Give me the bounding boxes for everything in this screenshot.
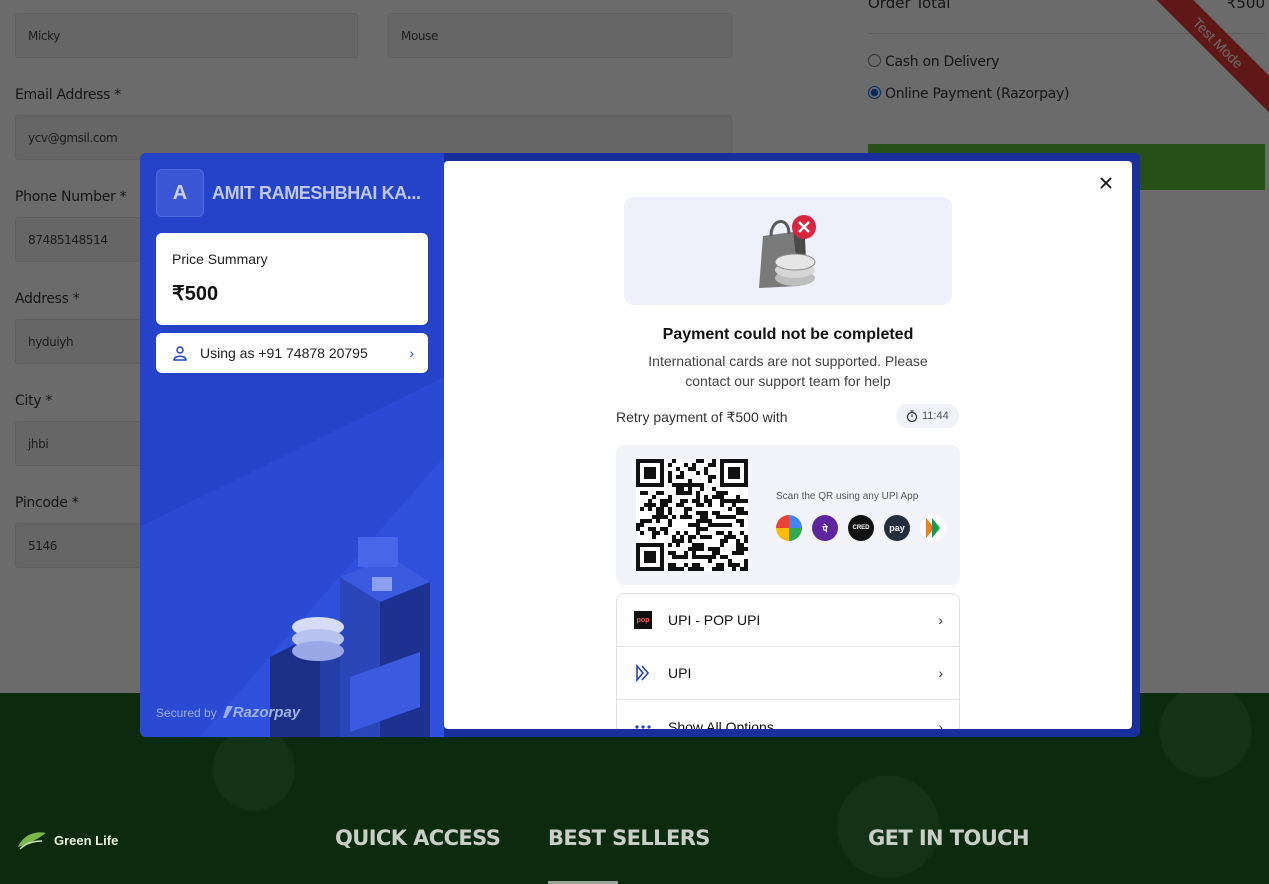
payment-failed-banner: [624, 197, 952, 305]
best-sellers-heading: BEST SELLERS: [548, 826, 710, 850]
razorpay-checkout-modal: A AMIT RAMESHBHAI KA... Price Summary ₹5…: [140, 153, 1140, 737]
close-icon: [1100, 177, 1112, 189]
email-label: Email Address *: [15, 87, 121, 103]
method-show-all-options[interactable]: Show All Options ›: [617, 700, 959, 729]
failed-payment-bag-icon: [759, 215, 816, 288]
upi-qr-card: Scan the QR using any UPI App पे CRED pa…: [616, 445, 960, 585]
razorpay-brand-text: Razorpay: [232, 704, 301, 721]
upi-app-icons: पे CRED pay: [776, 515, 946, 541]
cred-icon: CRED: [848, 515, 874, 541]
user-icon: [173, 346, 187, 361]
razorpay-logo: Razorpay: [222, 704, 301, 721]
footer-logo-text: Green Life: [54, 832, 119, 848]
checkout-sidebar: A AMIT RAMESHBHAI KA... Price Summary ₹5…: [140, 153, 444, 737]
order-total-label: Order Total: [868, 0, 951, 12]
payment-methods-list: pop UPI - POP UPI › UPI › Show All Optio…: [616, 593, 960, 729]
phone-label: Phone Number *: [15, 189, 127, 205]
secured-by-razorpay: Secured by Razorpay: [156, 704, 300, 721]
leaf-logo-icon: [18, 832, 46, 850]
merchant-info: A AMIT RAMESHBHAI KA...: [156, 169, 421, 217]
timer-value: 11:44: [922, 410, 949, 422]
chevron-right-icon: ›: [409, 345, 414, 361]
method-upi[interactable]: UPI ›: [617, 647, 959, 700]
upi-icon: [633, 663, 653, 683]
google-pay-icon: [776, 515, 802, 541]
using-as-contact-button[interactable]: Using as +91 74878 20795 ›: [156, 333, 428, 373]
checkout-main-panel: Payment could not be completed Internati…: [444, 161, 1132, 729]
footer-logo[interactable]: Green Life: [16, 829, 118, 851]
method-label: UPI: [668, 665, 692, 681]
isometric-illustration-icon: [140, 377, 444, 737]
price-summary-card: Price Summary ₹500: [156, 233, 428, 325]
session-timer: 11:44: [896, 404, 959, 428]
payment-error-title: Payment could not be completed: [662, 326, 914, 343]
merchant-avatar: A: [156, 169, 204, 217]
online-payment-radio[interactable]: [868, 86, 881, 99]
pincode-label: Pincode *: [15, 495, 79, 511]
method-label: Show All Options: [668, 718, 774, 730]
quick-access-heading: QUICK ACCESS: [335, 826, 501, 850]
stopwatch-icon: [906, 410, 918, 422]
chevron-right-icon: ›: [938, 612, 943, 628]
payment-error-message: International cards are not supported. P…: [648, 353, 928, 389]
bhim-icon: [920, 515, 946, 541]
qr-caption: Scan the QR using any UPI App: [776, 491, 919, 502]
get-in-touch-heading: GET IN TOUCH: [868, 826, 1030, 850]
using-as-text: Using as +91 74878 20795: [200, 345, 368, 361]
phonepe-icon: पे: [812, 515, 838, 541]
price-summary-label: Price Summary: [172, 251, 268, 267]
upi-qr-code[interactable]: [636, 459, 748, 571]
chevron-right-icon: ›: [938, 665, 943, 681]
online-payment-option[interactable]: Online Payment (Razorpay): [868, 86, 1070, 102]
amazon-pay-icon: pay: [884, 515, 910, 541]
method-label: UPI - POP UPI: [668, 612, 761, 628]
merchant-name: AMIT RAMESHBHAI KA...: [212, 182, 421, 203]
price-summary-amount: ₹500: [172, 283, 219, 305]
pop-upi-icon: pop: [633, 610, 653, 630]
razorpay-logo-icon: [222, 706, 233, 718]
first-name-field[interactable]: Micky: [15, 13, 358, 58]
secured-by-label: Secured by: [156, 705, 217, 720]
qr-code-icon: [636, 459, 748, 571]
cod-radio[interactable]: [868, 54, 881, 67]
test-mode-label: Test Mode: [1141, 0, 1269, 120]
test-mode-ribbon: Test Mode: [1139, 0, 1269, 130]
city-label: City *: [15, 393, 53, 409]
close-button[interactable]: [1096, 175, 1116, 195]
address-label: Address *: [15, 291, 80, 307]
chevron-right-icon: ›: [938, 718, 943, 730]
cod-option[interactable]: Cash on Delivery: [868, 54, 999, 70]
last-name-field[interactable]: Mouse: [388, 13, 732, 58]
more-icon: [633, 717, 653, 730]
cod-label: Cash on Delivery: [885, 54, 1000, 70]
method-pop-upi[interactable]: pop UPI - POP UPI ›: [617, 594, 959, 647]
online-payment-label: Online Payment (Razorpay): [885, 86, 1070, 102]
retry-payment-text: Retry payment of ₹500 with: [616, 409, 788, 425]
